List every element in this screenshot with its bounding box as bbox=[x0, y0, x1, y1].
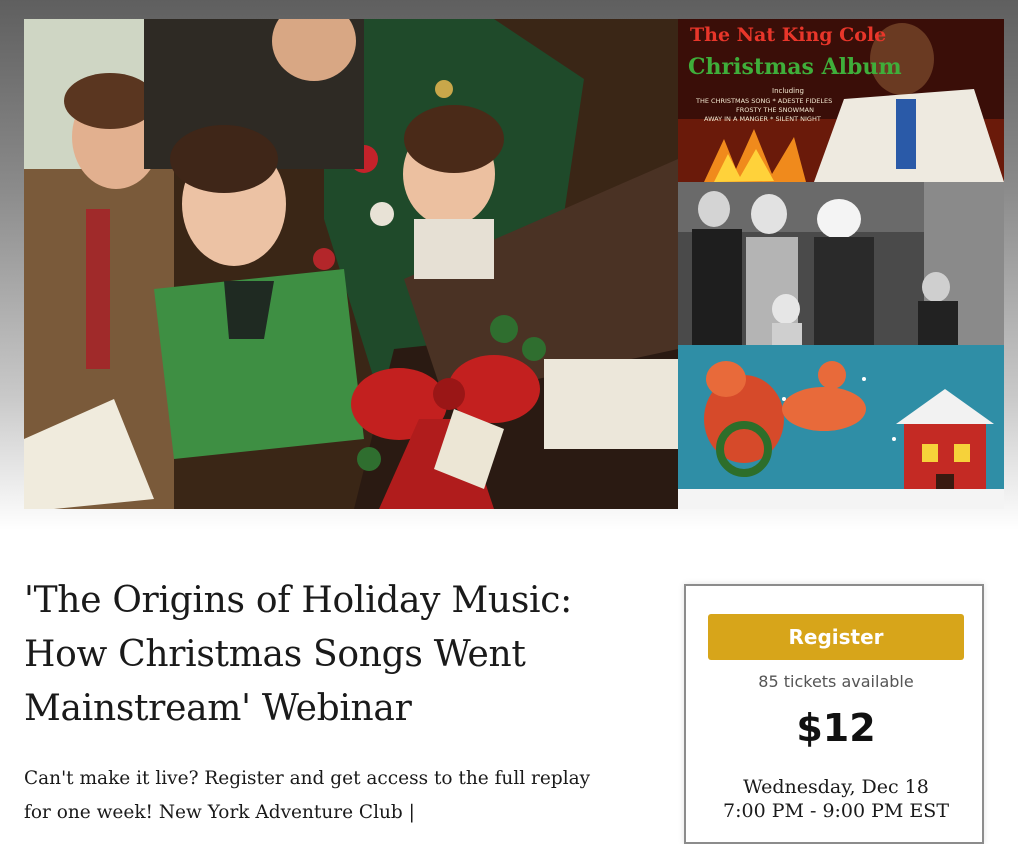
register-button[interactable]: Register bbox=[708, 614, 964, 660]
event-date: Wednesday, Dec 18 bbox=[743, 776, 929, 798]
black-and-white-film-still bbox=[678, 182, 1004, 345]
album-tracks-line1: THE CHRISTMAS SONG * ADESTE FIDELES bbox=[695, 97, 832, 105]
ticket-panel: Register 85 tickets available $12 Wednes… bbox=[684, 584, 984, 844]
album-tracks-line2: FROSTY THE SNOWMAN bbox=[736, 106, 814, 114]
album-tracks-line3: AWAY IN A MANGER * SILENT NIGHT bbox=[704, 115, 821, 123]
reindeer-illustration bbox=[678, 345, 1004, 509]
ticket-price: $12 bbox=[796, 706, 876, 750]
family-piano-illustration bbox=[24, 19, 678, 509]
tickets-available: 85 tickets available bbox=[758, 672, 914, 691]
event-title: 'The Origins of Holiday Music: How Chris… bbox=[24, 580, 572, 729]
event-time: 7:00 PM - 9:00 PM EST bbox=[723, 800, 949, 822]
hero-image: The Nat King Cole Christmas Album Includ… bbox=[24, 19, 1004, 509]
nat-king-cole-album-cover: The Nat King Cole Christmas Album Includ… bbox=[678, 19, 1004, 182]
album-title-line2: Christmas Album bbox=[688, 54, 902, 80]
event-description: Can't make it live? Register and get acc… bbox=[24, 768, 591, 823]
album-title-line1: The Nat King Cole bbox=[690, 24, 886, 46]
album-including: Including bbox=[772, 87, 804, 95]
